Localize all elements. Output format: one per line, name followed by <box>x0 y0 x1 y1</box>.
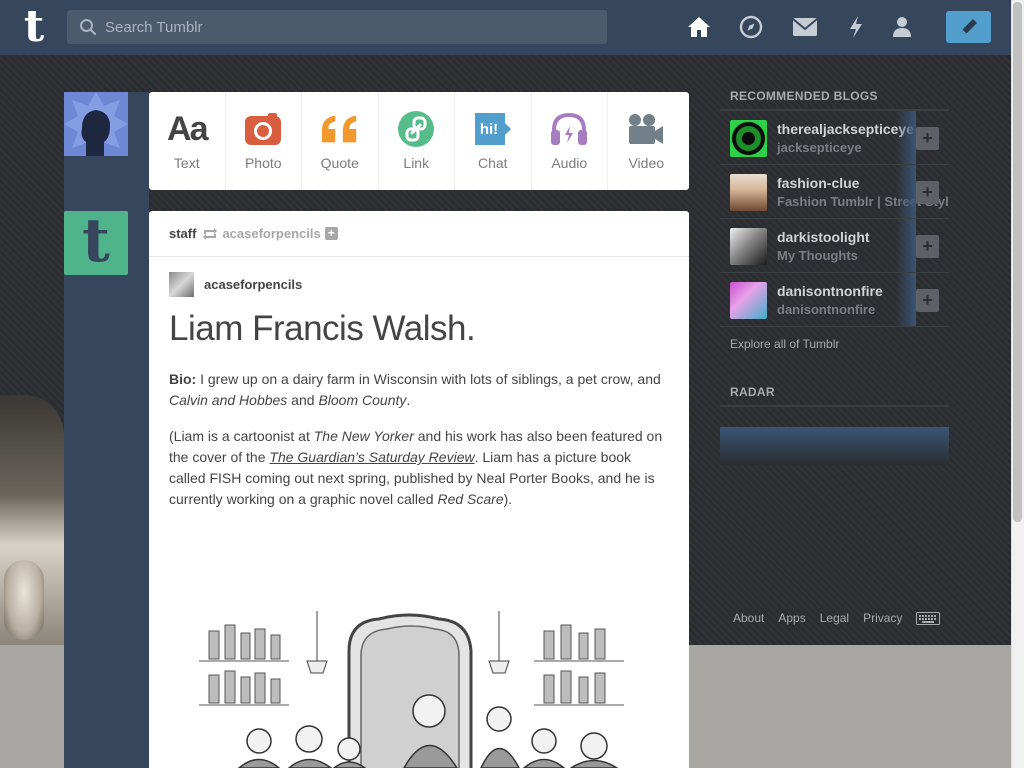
background-photo-hand <box>4 560 44 640</box>
post-type-bar: Aa Text Photo Quote Link hi! Chat Audio <box>149 92 689 190</box>
left-column <box>64 92 149 768</box>
blog-avatar[interactable] <box>730 120 767 157</box>
explore-link[interactable]: Explore all of Tumblr <box>720 327 949 361</box>
account-person-icon[interactable] <box>889 14 915 40</box>
radar-post[interactable] <box>720 427 949 465</box>
quote-icon <box>320 109 360 149</box>
headphones-icon <box>549 109 589 149</box>
follow-blog-button[interactable]: + <box>916 289 939 312</box>
footer-apps-link[interactable]: Apps <box>778 611 805 625</box>
post-photo-button[interactable]: Photo <box>226 92 302 190</box>
top-navbar: t <box>0 0 1011 55</box>
name-fade <box>896 165 916 218</box>
post-author-link[interactable]: staff <box>169 226 196 241</box>
recommended-blog-item[interactable]: therealjacksepticeye jacksepticeye + <box>720 111 949 165</box>
post-type-label: Link <box>403 155 430 171</box>
bio-text: . <box>406 392 411 408</box>
post-quote-button[interactable]: Quote <box>302 92 379 190</box>
blog-subtitle: danisontnonfire <box>777 302 876 317</box>
reblog-source-link[interactable]: acaseforpencils <box>222 226 320 241</box>
follow-blog-button[interactable]: + <box>916 181 939 204</box>
blog-avatar[interactable] <box>730 174 767 211</box>
radar-heading: RADAR <box>720 385 949 407</box>
recommended-blog-item[interactable]: fashion-clue Fashion Tumblr | Street Sty… <box>720 165 949 219</box>
author-name-link[interactable]: acaseforpencils <box>204 277 302 292</box>
post-type-label: Photo <box>244 155 282 171</box>
scrollbar-thumb[interactable] <box>1013 2 1022 522</box>
home-icon[interactable] <box>686 14 712 40</box>
staff-avatar[interactable]: t <box>64 211 128 275</box>
post-video-button[interactable]: Video <box>608 92 685 190</box>
post-type-label: Video <box>628 155 665 171</box>
explore-compass-icon[interactable] <box>738 14 764 40</box>
post-card: staff acaseforpencils + acaseforpencils … <box>149 211 689 768</box>
blog-name[interactable]: danisontnonfire <box>777 283 883 299</box>
post-type-label: Text <box>173 155 200 171</box>
name-fade <box>896 273 916 326</box>
name-fade <box>896 219 916 272</box>
search-input[interactable] <box>105 10 595 44</box>
inbox-envelope-icon[interactable] <box>792 14 818 40</box>
recommended-blog-item[interactable]: darkistoolight My Thoughts + <box>720 219 949 273</box>
bio-label: Bio: <box>169 371 197 387</box>
footer-links: About Apps Legal Privacy <box>733 611 941 625</box>
description-text: (Liam is a cartoonist at <box>169 428 314 444</box>
reblog-icon <box>203 227 218 240</box>
user-avatar[interactable] <box>64 92 128 156</box>
post-body: Bio: I grew up on a dairy farm in Wiscon… <box>169 369 669 525</box>
post-text-button[interactable]: Aa Text <box>149 92 226 190</box>
description-italic: Red Scare <box>437 491 504 507</box>
post-title: Liam Francis Walsh. <box>169 309 476 348</box>
follow-blog-button[interactable]: + <box>916 235 939 258</box>
description-paragraph: (Liam is a cartoonist at The New Yorker … <box>169 426 669 510</box>
blog-subtitle: jacksepticeye <box>777 140 862 155</box>
text-icon: Aa <box>167 109 208 148</box>
footer-legal-link[interactable]: Legal <box>820 611 849 625</box>
tumblr-logo[interactable]: t <box>16 5 52 49</box>
search-bar[interactable] <box>67 10 607 44</box>
name-fade <box>896 111 916 164</box>
description-text: ). <box>503 491 513 507</box>
video-camera-icon <box>626 109 666 149</box>
post-type-label: Audio <box>551 155 588 171</box>
blog-name[interactable]: therealjacksepticeye <box>777 121 914 137</box>
footer-privacy-link[interactable]: Privacy <box>863 611 902 625</box>
bio-italic: Calvin and Hobbes <box>169 392 288 408</box>
post-type-label: Chat <box>477 155 508 171</box>
chat-icon: hi! <box>473 109 513 149</box>
blog-subtitle: My Thoughts <box>777 248 858 263</box>
recommended-blog-item[interactable]: danisontnonfire danisontnonfire + <box>720 273 949 327</box>
activity-lightning-icon[interactable] <box>843 14 869 40</box>
follow-blog-button[interactable]: + <box>916 127 939 150</box>
search-icon <box>80 19 97 36</box>
cartoon-illustration <box>199 611 624 768</box>
blog-avatar[interactable] <box>730 282 767 319</box>
svg-text:hi!: hi! <box>480 121 498 138</box>
bio-italic: Bloom County <box>318 392 407 408</box>
post-audio-button[interactable]: Audio <box>532 92 608 190</box>
blog-name[interactable]: fashion-clue <box>777 175 859 191</box>
guardian-link[interactable]: The Guardian’s Saturday Review <box>269 449 474 465</box>
bio-text: I grew up on a dairy farm in Wisconsin w… <box>196 371 661 387</box>
camera-icon <box>243 109 283 149</box>
footer-about-link[interactable]: About <box>733 611 764 625</box>
keyboard-shortcuts-icon[interactable] <box>916 611 941 625</box>
compose-button[interactable] <box>946 11 991 43</box>
post-type-label: Quote <box>320 155 359 171</box>
author-avatar[interactable] <box>169 272 194 297</box>
blog-name[interactable]: darkistoolight <box>777 229 870 245</box>
post-chat-button[interactable]: hi! Chat <box>455 92 532 190</box>
post-link-button[interactable]: Link <box>379 92 455 190</box>
description-italic: The New Yorker <box>313 428 414 444</box>
reblog-header: staff acaseforpencils + <box>149 211 689 257</box>
link-icon <box>396 109 436 149</box>
bio-paragraph: Bio: I grew up on a dairy farm in Wiscon… <box>169 369 669 411</box>
follow-source-button[interactable]: + <box>324 227 338 240</box>
recommended-blogs-heading: RECOMMENDED BLOGS <box>720 89 949 111</box>
blog-avatar[interactable] <box>730 228 767 265</box>
reblog-trail-author: acaseforpencils <box>169 272 302 297</box>
pencil-icon <box>961 19 977 34</box>
bio-text: and <box>287 392 319 408</box>
right-sidebar: RECOMMENDED BLOGS therealjacksepticeye j… <box>720 89 949 465</box>
